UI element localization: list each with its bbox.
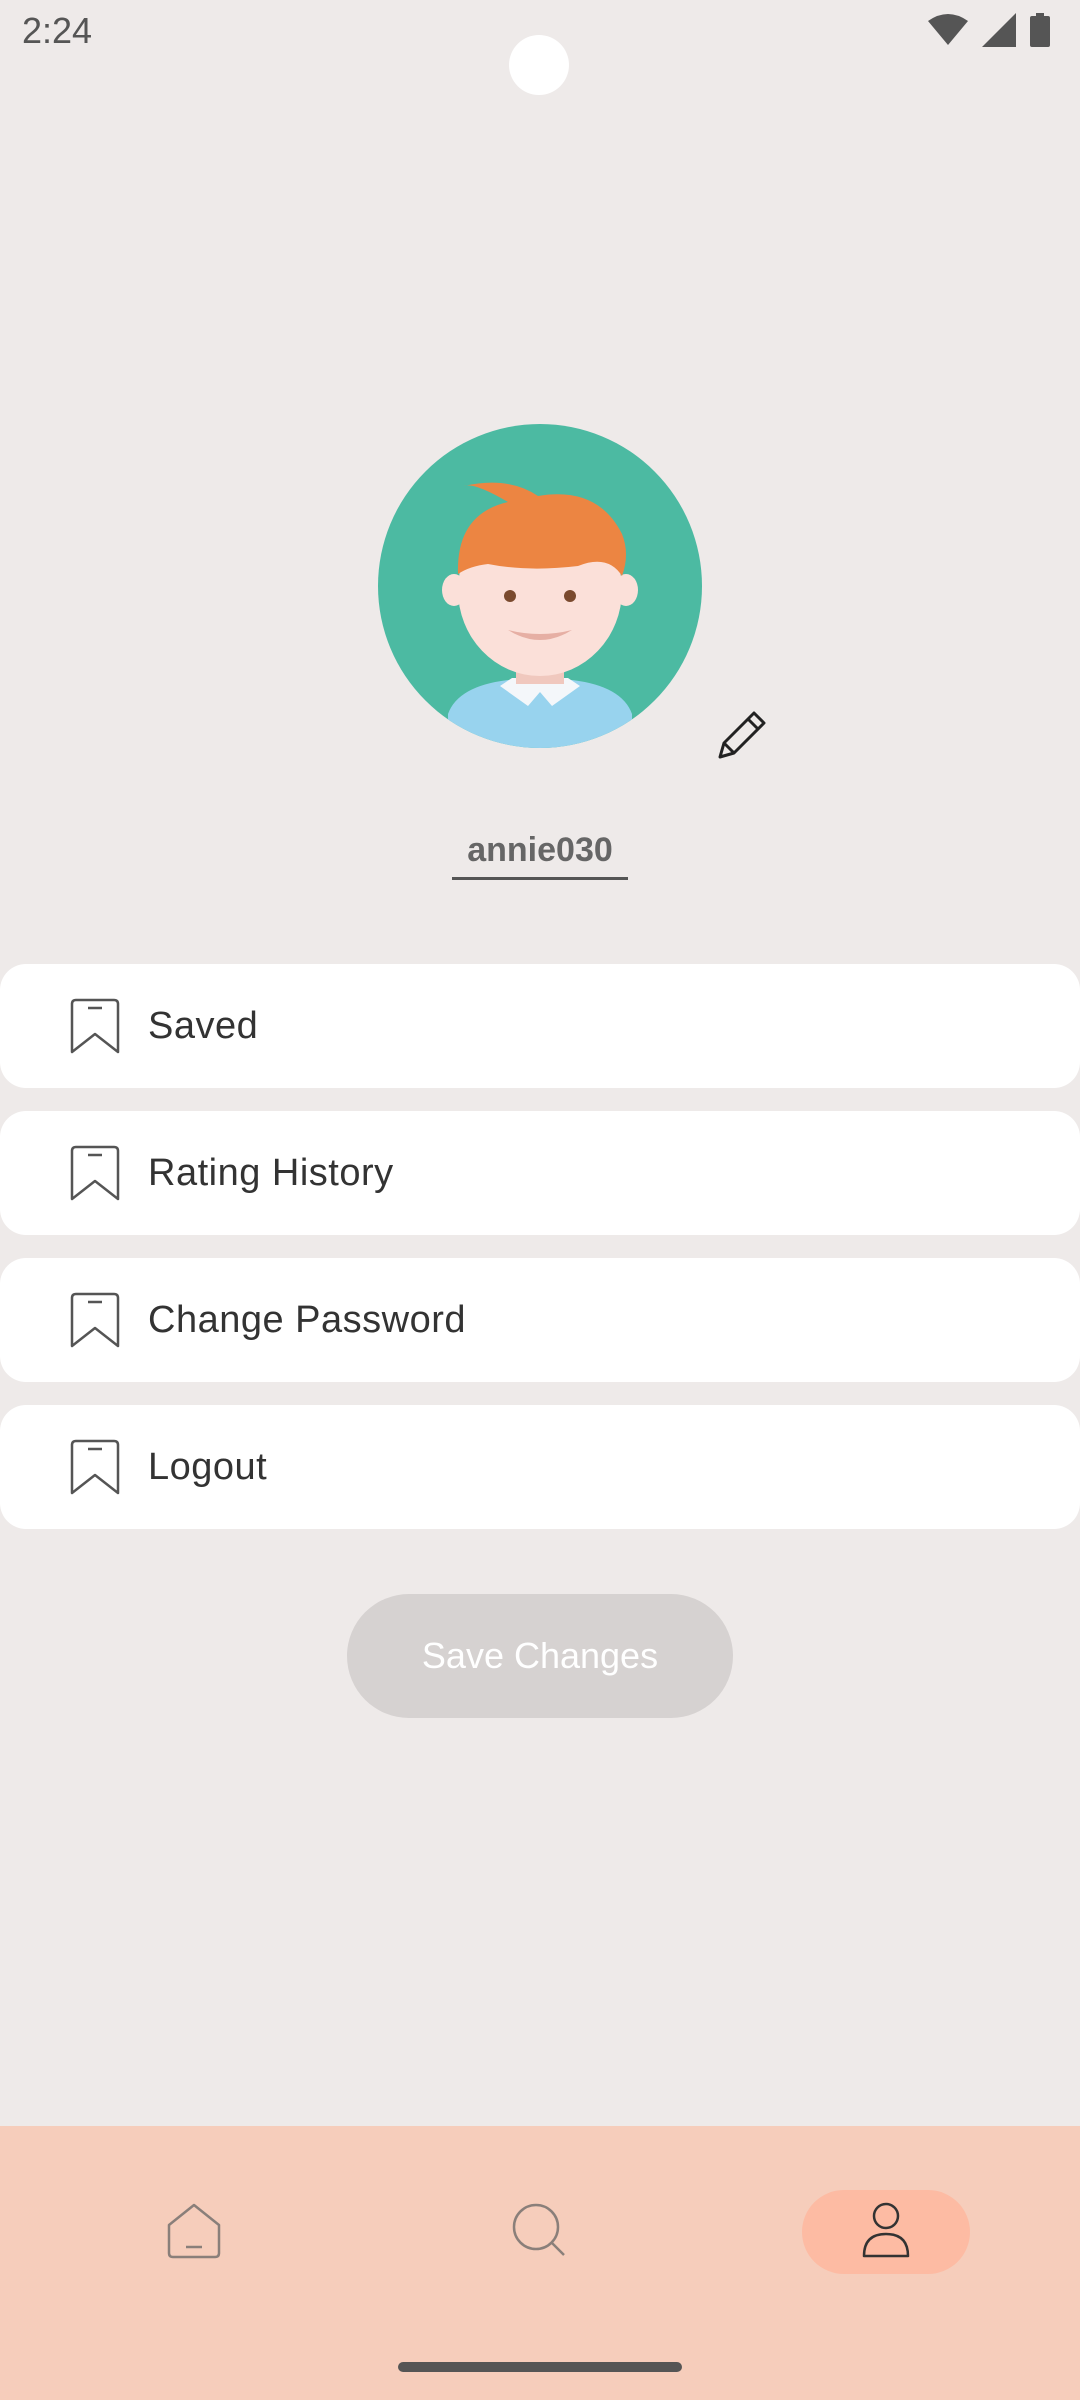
search-icon xyxy=(510,2201,568,2264)
profile-icon xyxy=(860,2200,912,2265)
username-field[interactable]: annie030 xyxy=(452,824,628,880)
pencil-icon[interactable] xyxy=(712,705,772,765)
nav-search-button[interactable] xyxy=(455,2190,623,2274)
bookmark-icon xyxy=(66,1290,124,1350)
nav-home-button[interactable] xyxy=(110,2190,278,2274)
bottom-navigation xyxy=(0,2126,1080,2400)
menu-item-label: Change Password xyxy=(148,1298,467,1341)
status-icons xyxy=(928,12,1050,52)
menu-item-label: Logout xyxy=(148,1445,268,1488)
bookmark-icon xyxy=(66,1143,124,1203)
wifi-icon xyxy=(928,13,968,52)
cellular-signal-icon xyxy=(982,12,1016,52)
menu-item-change-password[interactable]: Change Password xyxy=(0,1258,1080,1382)
menu-item-label: Saved xyxy=(148,1004,259,1047)
save-changes-button[interactable]: Save Changes xyxy=(347,1594,733,1718)
camera-cutout xyxy=(509,35,569,95)
bookmark-icon xyxy=(66,996,124,1056)
menu-item-rating-history[interactable]: Rating History xyxy=(0,1111,1080,1235)
menu-item-label: Rating History xyxy=(148,1151,394,1194)
status-time: 2:24 xyxy=(22,10,93,51)
menu-item-logout[interactable]: Logout xyxy=(0,1405,1080,1529)
battery-icon xyxy=(1030,12,1050,52)
bookmark-icon xyxy=(66,1437,124,1497)
nav-profile-button[interactable] xyxy=(802,2190,970,2274)
home-indicator xyxy=(398,2362,682,2372)
home-icon xyxy=(165,2201,223,2264)
menu-item-saved[interactable]: Saved xyxy=(0,964,1080,1088)
avatar[interactable] xyxy=(378,424,702,748)
